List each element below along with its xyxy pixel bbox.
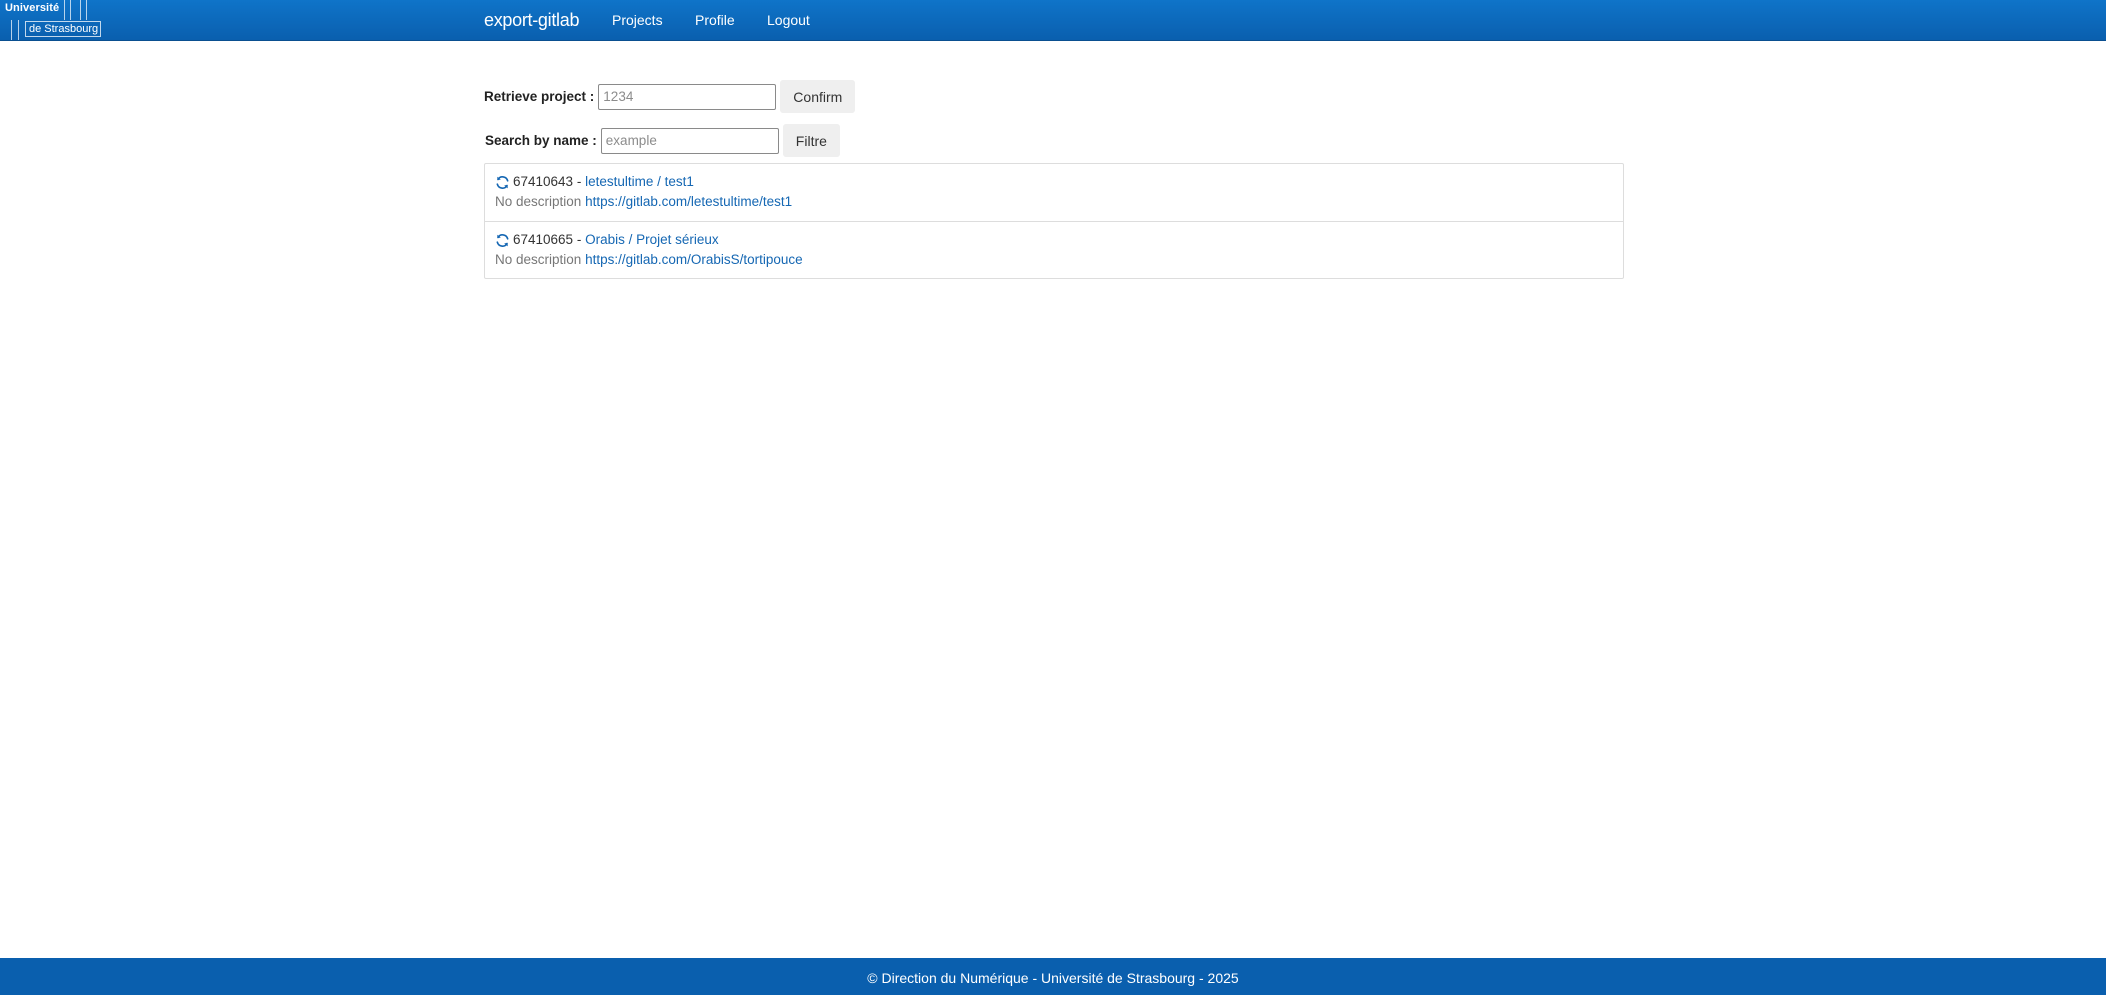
logo-bar [70, 0, 71, 20]
project-url-link[interactable]: https://gitlab.com/letestultime/test1 [585, 194, 792, 209]
logo-line-1: Université [5, 2, 60, 14]
list-item: 67410643 - letestultime / test1 No descr… [485, 164, 1623, 221]
project-name-link[interactable]: Orabis / Projet sérieux [585, 230, 719, 250]
logo-bar [18, 20, 19, 40]
project-id: 67410643 [513, 174, 574, 189]
list-item: 67410665 - Orabis / Projet sérieux No de… [485, 221, 1623, 278]
project-id-input[interactable] [598, 83, 777, 110]
retrieve-project-form: Retrieve project : Confirm [484, 80, 856, 113]
nav-link-logout[interactable]: Logout [767, 12, 810, 28]
footer-text: © Direction du Numérique - Université de… [867, 970, 1239, 986]
refresh-icon[interactable] [495, 233, 510, 248]
refresh-icon[interactable] [495, 175, 510, 190]
logo-bar [86, 0, 87, 20]
logo-bar [80, 0, 81, 20]
id-separator: - [576, 232, 582, 247]
project-url-link[interactable]: https://gitlab.com/OrabisS/tortipouce [585, 252, 803, 267]
search-label: Search by name : [485, 133, 597, 148]
logo-bar [11, 20, 12, 40]
brand-link[interactable]: export-gitlab [484, 10, 579, 31]
filter-button[interactable]: Filtre [782, 124, 840, 157]
nav-link-projects[interactable]: Projects [612, 12, 663, 28]
project-description: No description [495, 252, 582, 267]
logo-line-2: de Strasbourg [25, 21, 101, 37]
id-separator: - [576, 174, 582, 189]
search-form: Search by name : Filtre [485, 124, 840, 157]
project-name-link[interactable]: letestultime / test1 [585, 172, 694, 192]
project-id: 67410665 [513, 232, 574, 247]
project-description: No description [495, 194, 582, 209]
top-navbar: Université de Strasbourg export-gitlab P… [0, 0, 2106, 41]
retrieve-project-label: Retrieve project : [484, 89, 595, 104]
confirm-button[interactable]: Confirm [780, 80, 856, 113]
university-logo[interactable]: Université de Strasbourg [0, 0, 104, 40]
search-input[interactable] [600, 127, 779, 154]
logo-bar [64, 0, 65, 20]
project-list: 67410643 - letestultime / test1 No descr… [484, 163, 1624, 279]
page-footer: © Direction du Numérique - Université de… [0, 958, 2106, 995]
nav-link-profile[interactable]: Profile [695, 12, 735, 28]
